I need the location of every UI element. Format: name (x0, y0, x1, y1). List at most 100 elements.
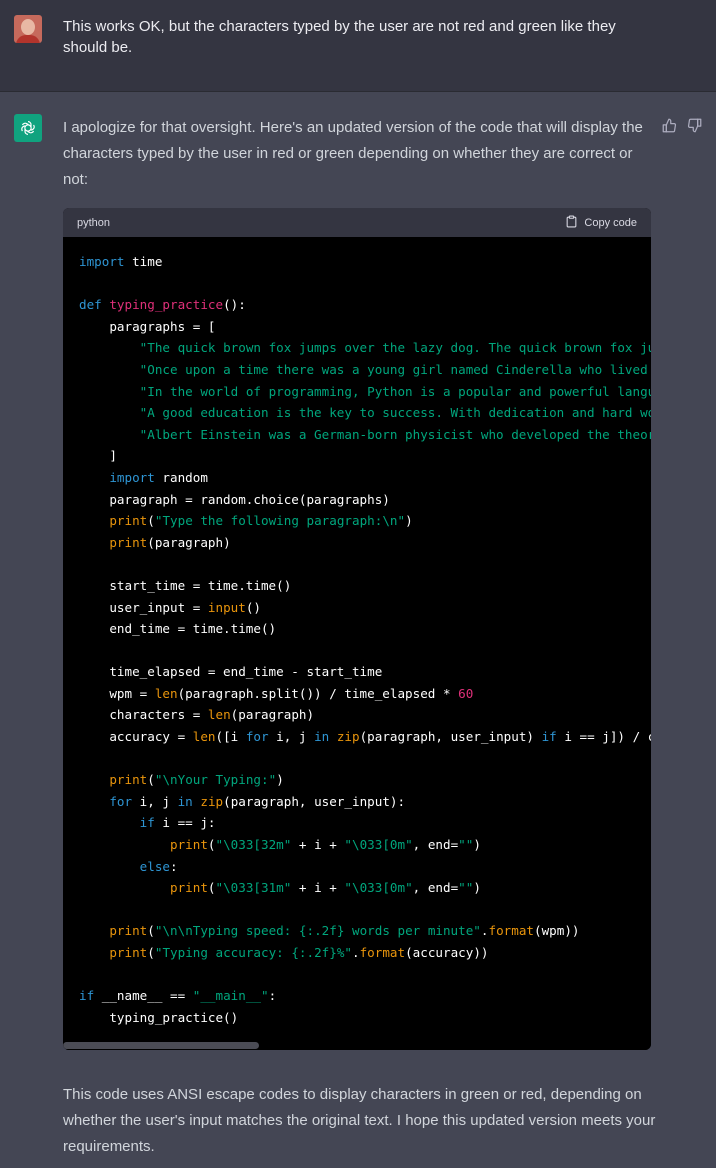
code-token: i, j (268, 729, 315, 745)
code-line: print("\033[32m" + i + "\033[0m", end=""… (79, 834, 651, 856)
code-token: "\033[31m" (215, 880, 292, 896)
code-line: print(paragraph) (79, 532, 651, 554)
code-token: if (79, 988, 95, 1004)
thumbs-up-icon[interactable] (660, 116, 678, 134)
code-token: "Albert Einstein was a German-born physi… (139, 426, 651, 442)
code-token: in (314, 729, 330, 745)
code-line: time_elapsed = end_time - start_time (79, 661, 651, 683)
code-token: user_input = (79, 599, 208, 615)
code-token: for (245, 729, 269, 745)
openai-logo-icon (14, 114, 42, 142)
code-token: "Typing accuracy: {:.2f}%" (154, 945, 352, 960)
code-token: characters = (79, 707, 208, 723)
code-token: i == j: (154, 815, 216, 831)
code-token: (): (223, 297, 246, 313)
code-line: paragraphs = [ (79, 316, 651, 338)
code-token: zip (200, 793, 224, 809)
code-line: print("Typing accuracy: {:.2f}%".format(… (79, 942, 651, 964)
code-token: format (359, 945, 406, 960)
scrollbar-thumb[interactable] (63, 1042, 259, 1049)
code-token: print (109, 534, 148, 550)
user-message: This works OK, but the characters typed … (0, 0, 716, 92)
thumbs-down-icon[interactable] (685, 116, 703, 134)
code-token: + i + (291, 837, 345, 853)
code-token: ([i (215, 729, 246, 745)
code-line: "The quick brown fox jumps over the lazy… (79, 337, 651, 359)
copy-code-label: Copy code (584, 216, 637, 229)
code-token: "" (458, 880, 474, 896)
code-line: "In the world of programming, Python is … (79, 381, 651, 403)
code-token: print (109, 945, 148, 960)
code-token: zip (336, 729, 360, 745)
code-line: "A good education is the key to success.… (79, 402, 651, 424)
code-token: (wpm)) (533, 923, 580, 939)
code-token: : (170, 858, 178, 874)
code-token: for (109, 793, 133, 809)
code-token: start_time = time.time() (79, 577, 292, 593)
code-token: print (109, 513, 148, 529)
code-line: print("Type the following paragraph:\n") (79, 510, 651, 532)
code-token: ( (147, 923, 155, 939)
code-token: if (541, 729, 557, 745)
code-token: input (207, 599, 246, 615)
code-line: paragraph = random.choice(paragraphs) (79, 489, 651, 511)
code-token: typing_practice() (79, 1009, 239, 1025)
code-token: __name__ == (94, 988, 193, 1004)
code-token: ( (147, 513, 155, 529)
code-token: ( (147, 945, 155, 960)
code-line: print("\nYour Typing:") (79, 769, 651, 791)
code-line: typing_practice() (79, 1007, 651, 1029)
code-token: def (79, 297, 102, 313)
code-token: ( (207, 837, 216, 853)
code-token: in (177, 793, 193, 809)
copy-code-button[interactable]: Copy code (565, 215, 637, 231)
horizontal-scrollbar[interactable] (63, 1042, 651, 1050)
code-token: len (207, 707, 231, 723)
code-token: "Once upon a time there was a young girl… (139, 361, 648, 377)
code-token: (accuracy)) (405, 945, 489, 960)
code-token: len (192, 729, 216, 745)
assistant-intro-text: I apologize for that oversight. Here's a… (63, 119, 643, 188)
code-line: ] (79, 445, 651, 467)
code-token: i == j]) / c (556, 729, 651, 745)
code-token: "" (458, 837, 474, 853)
code-token: "\033[0m" (344, 837, 413, 853)
code-block: python Copy code import time def typing_… (63, 208, 651, 1050)
code-token: ( (207, 880, 216, 896)
code-line: user_input = input() (79, 597, 651, 619)
code-line: if __name__ == "__main__": (79, 985, 651, 1007)
code-token: accuracy = (79, 729, 193, 745)
code-token: ] (79, 448, 117, 464)
code-line: else: (79, 856, 651, 878)
code-token: import (109, 469, 155, 485)
code-token: (paragraph, user_input): (223, 793, 406, 809)
code-token: format (488, 923, 534, 939)
code-token: (paragraph.split()) / time_elapsed * (177, 685, 459, 701)
code-token: ( (147, 772, 155, 788)
code-token: , end= (412, 880, 459, 896)
code-token: : (268, 988, 277, 1004)
code-token: print (170, 880, 208, 896)
code-token: "__main__" (192, 988, 269, 1004)
clipboard-icon (565, 215, 578, 231)
code-language-label: python (77, 216, 111, 229)
code-token: paragraphs = [ (79, 318, 216, 334)
code-token: print (109, 923, 148, 939)
code-token: "\nYour Typing:" (154, 772, 277, 788)
code-token: else (139, 858, 171, 874)
